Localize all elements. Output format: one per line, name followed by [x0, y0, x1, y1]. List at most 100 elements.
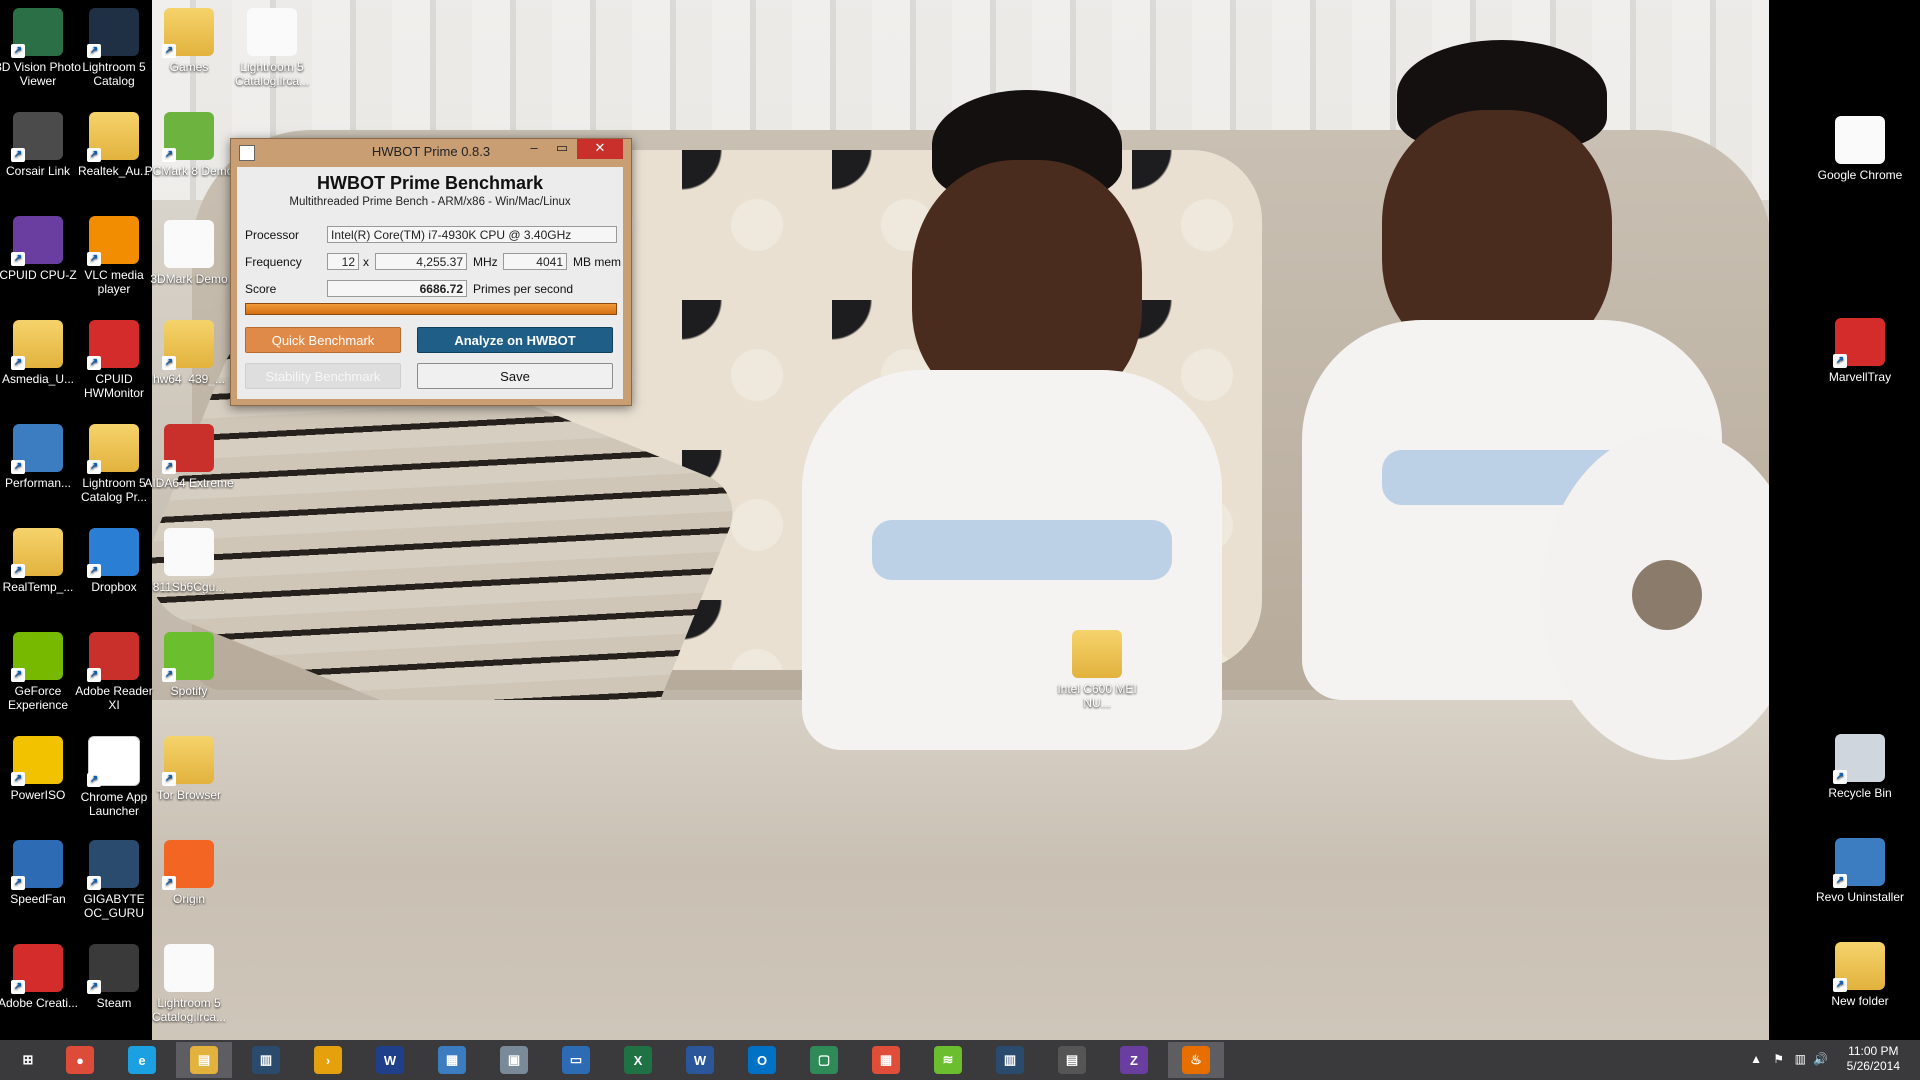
- start-icon: ⊞: [14, 1046, 42, 1074]
- tray-network-icon[interactable]: ▥: [1795, 1052, 1806, 1066]
- hwbot-app-icon: [239, 145, 255, 161]
- desktop-icon-label: Spotify: [170, 684, 208, 698]
- save-button[interactable]: Save: [417, 363, 613, 389]
- taskbar-item-hwmonitor-bars[interactable]: ▥: [238, 1042, 294, 1078]
- cpuz-icon: [11, 216, 63, 266]
- weather-channel-icon: W: [376, 1046, 404, 1074]
- taskbar-clock[interactable]: 11:00 PM 5/26/2014: [1847, 1044, 1900, 1074]
- folder-icon: [1833, 942, 1885, 992]
- multiplier-x-label: x: [363, 255, 369, 269]
- desktop-icon[interactable]: Google Chrome: [1814, 116, 1906, 182]
- desktop-icon[interactable]: Spotify: [143, 632, 235, 698]
- desktop-icon[interactable]: 811Sb6Cgu...: [143, 528, 235, 594]
- desktop-icon[interactable]: PCMark 8 Demo: [143, 112, 235, 178]
- photo-gallery-icon: ▣: [500, 1046, 528, 1074]
- multiplier-field[interactable]: 12: [327, 253, 359, 270]
- tray-volume-icon[interactable]: 🔊: [1813, 1052, 1828, 1066]
- revo-icon: [1833, 838, 1885, 888]
- file-manager-icon: ▤: [1058, 1046, 1086, 1074]
- memory-field[interactable]: 4041: [503, 253, 567, 270]
- poweriso-icon: [11, 736, 63, 786]
- desktop-icon[interactable]: 3DMark Demo: [143, 220, 235, 286]
- desktop-icon[interactable]: New folder: [1814, 942, 1906, 1008]
- hwbot-subheading: Multithreaded Prime Bench - ARM/x86 - Wi…: [289, 196, 571, 208]
- cpuz-icon: Z: [1120, 1046, 1148, 1074]
- hwbot-titlebar[interactable]: HWBOT Prime 0.8.3 – ▭ ✕: [231, 139, 631, 165]
- desktop-icon[interactable]: Tor Browser: [143, 736, 235, 802]
- store-icon: ▢: [810, 1046, 838, 1074]
- file-icon: [164, 944, 214, 992]
- taskbar-item-spotify[interactable]: ≋: [920, 1042, 976, 1078]
- taskbar-item-file-manager[interactable]: ▤: [1044, 1042, 1100, 1078]
- score-field[interactable]: 6686.72: [327, 280, 467, 297]
- maximize-button[interactable]: ▭: [549, 139, 575, 159]
- close-button[interactable]: ✕: [577, 139, 623, 159]
- file-explorer-icon: ▤: [190, 1046, 218, 1074]
- gigabyte-icon: [87, 840, 139, 890]
- taskbar-item-store[interactable]: ▢: [796, 1042, 852, 1078]
- desktop-icon-label: hw64_439_...: [152, 372, 226, 386]
- quick-benchmark-button[interactable]: Quick Benchmark: [245, 327, 401, 353]
- desktop-icon[interactable]: Origin: [143, 840, 235, 906]
- tray-flag-icon[interactable]: ⚑: [1773, 1052, 1784, 1066]
- mhz-label: MHz: [473, 255, 498, 269]
- taskbar-item-start[interactable]: ⊞: [0, 1042, 56, 1078]
- file-icon: [164, 220, 214, 268]
- hwbot-window: HWBOT Prime 0.8.3 – ▭ ✕ HWBOT Prime Benc…: [230, 138, 632, 406]
- desktop-icon-label: Revo Uninstaller: [1815, 890, 1905, 904]
- hwbot-client-area: HWBOT Prime Benchmark Multithreaded Prim…: [237, 167, 623, 399]
- taskbar-item-control-panel[interactable]: ▦: [424, 1042, 480, 1078]
- desktop-icon[interactable]: Lightroom 5 Catalog.lrca...: [226, 8, 318, 88]
- processor-label: Processor: [245, 228, 300, 242]
- taskbar-item-outlook[interactable]: O: [734, 1042, 790, 1078]
- hwmonitor-icon: [87, 320, 139, 370]
- frequency-field[interactable]: 4,255.37: [375, 253, 467, 270]
- hwmonitor-bars-icon: ▥: [252, 1046, 280, 1074]
- desktop-icon[interactable]: AIDA64 Extreme: [143, 424, 235, 490]
- adobe-reader-icon: [87, 632, 139, 682]
- desktop-icon-label: Recycle Bin: [1828, 786, 1892, 800]
- spotify-icon: [162, 632, 214, 682]
- folder-icon: [162, 8, 214, 58]
- taskbar: ⊞ ● e ▤ ▥ › W ▦ ▣ ▭ X W O ▢ ▦ ≋ ▥ ▤ Z ♨ ▲ ⚑ ▥ 🔊 11:00 PM 5/…: [0, 1040, 1920, 1080]
- taskbar-item-java[interactable]: ♨: [1168, 1042, 1224, 1078]
- clock-time: 11:00 PM: [1848, 1044, 1899, 1058]
- taskbar-item-excel[interactable]: X: [610, 1042, 666, 1078]
- analyze-on-hwbot-button[interactable]: Analyze on HWBOT: [417, 327, 613, 353]
- desktop-icon[interactable]: MarvellTray: [1814, 318, 1906, 384]
- stability-benchmark-button[interactable]: Stability Benchmark: [245, 363, 401, 389]
- tray-chevron-icon[interactable]: ▲: [1750, 1052, 1762, 1066]
- chrome-icon: ●: [66, 1046, 94, 1074]
- plex-icon: ›: [314, 1046, 342, 1074]
- benchmark-progress-bar: [245, 303, 617, 315]
- taskbar-item-cpuz[interactable]: Z: [1106, 1042, 1162, 1078]
- taskbar-item-weather-channel[interactable]: W: [362, 1042, 418, 1078]
- taskbar-item-plex[interactable]: ›: [300, 1042, 356, 1078]
- taskbar-item-remote-desktop[interactable]: ▭: [548, 1042, 604, 1078]
- taskbar-item-app-launcher[interactable]: ▦: [858, 1042, 914, 1078]
- taskbar-item-file-explorer[interactable]: ▤: [176, 1042, 232, 1078]
- desktop-icon-intel-c600[interactable]: Intel C600 MEI NU...: [1051, 630, 1143, 710]
- taskbar-item-photo-gallery[interactable]: ▣: [486, 1042, 542, 1078]
- desktop-icon-label: MarvellTray: [1828, 370, 1892, 384]
- desktop-icon[interactable]: Recycle Bin: [1814, 734, 1906, 800]
- desktop-icon[interactable]: Games: [143, 8, 235, 74]
- taskbar-item-internet-explorer[interactable]: e: [114, 1042, 170, 1078]
- desktop-icon[interactable]: Revo Uninstaller: [1814, 838, 1906, 904]
- desktop-icon[interactable]: Lightroom 5 Catalog.lrca...: [143, 944, 235, 1024]
- folder-icon: [87, 112, 139, 162]
- desktop-icon-label: New folder: [1831, 994, 1889, 1008]
- steam-icon: [87, 944, 139, 994]
- taskbar-item-chrome[interactable]: ●: [52, 1042, 108, 1078]
- excel-icon: X: [624, 1046, 652, 1074]
- origin-icon: [162, 840, 214, 890]
- processor-field[interactable]: Intel(R) Core(TM) i7-4930K CPU @ 3.40GHz: [327, 226, 617, 243]
- taskbar-item-word[interactable]: W: [672, 1042, 728, 1078]
- taskbar-item-hwbot-bars[interactable]: ▥: [982, 1042, 1038, 1078]
- aida64-icon: [162, 424, 214, 474]
- geforce-icon: [11, 632, 63, 682]
- minimize-button[interactable]: –: [521, 139, 547, 159]
- image-file-icon: [164, 528, 214, 576]
- desktop-icon[interactable]: hw64_439_...: [143, 320, 235, 386]
- desktop-icon-label: Intel C600 MEI NU...: [1057, 682, 1137, 710]
